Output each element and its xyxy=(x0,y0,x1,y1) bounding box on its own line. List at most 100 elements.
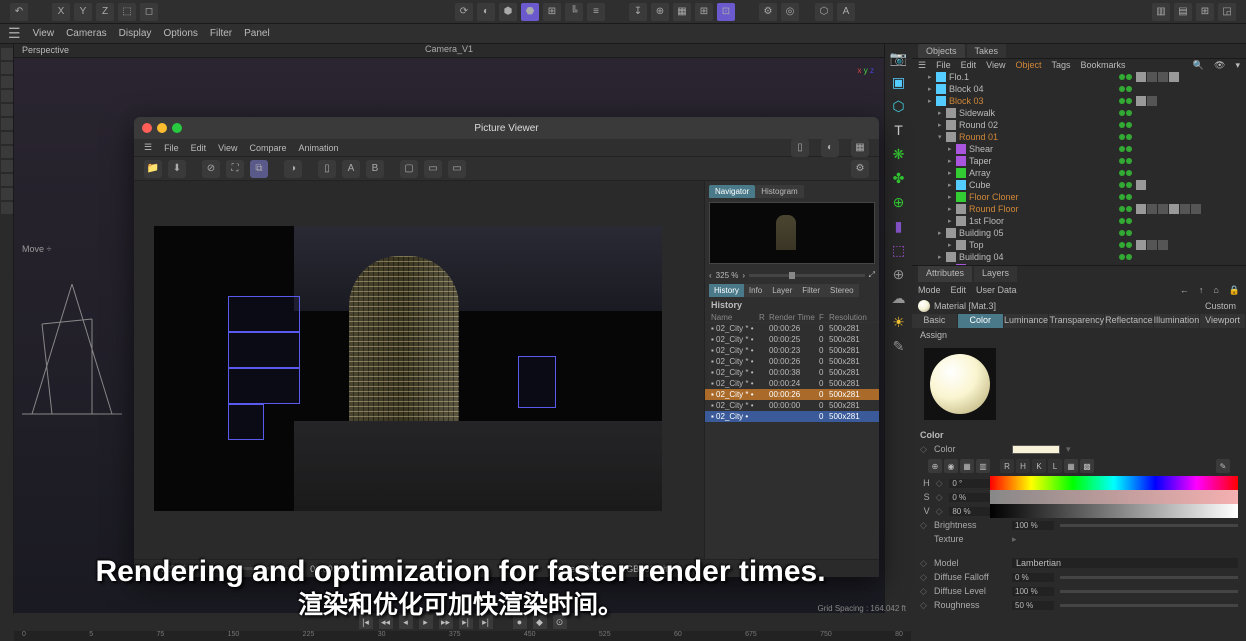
layout2-icon[interactable]: ▤ xyxy=(1174,3,1192,21)
zoom-next-icon[interactable]: › xyxy=(742,271,745,280)
tool3-icon[interactable]: ≡ xyxy=(587,3,605,21)
history-row[interactable]: ▪ 02_City * •00:00:250500x281 xyxy=(705,334,879,345)
pv-titlebar[interactable]: Picture Viewer xyxy=(134,117,879,139)
light-obj-icon[interactable]: ☀ xyxy=(889,312,909,332)
navigator-thumbnail[interactable] xyxy=(709,202,875,264)
model-value[interactable]: Lambertian xyxy=(1012,558,1238,568)
letter-icon[interactable]: A xyxy=(837,3,855,21)
snap4-icon[interactable]: ⊞ xyxy=(695,3,713,21)
object-tree[interactable]: ▸Flo.1▸Block 04▸Block 03▸Sidewalk▸Round … xyxy=(912,71,1246,265)
axis-y[interactable]: Y xyxy=(74,3,92,21)
deformer-obj-icon[interactable]: ▮ xyxy=(889,216,909,236)
pv-panel1-icon[interactable]: ▯ xyxy=(791,139,809,157)
menu-view[interactable]: View xyxy=(33,28,55,39)
cube-obj-icon[interactable]: ▣ xyxy=(889,72,909,92)
render-settings-icon[interactable]: ⬢ xyxy=(499,3,517,21)
tree-row[interactable]: ▸Array xyxy=(912,167,1246,179)
tab-info[interactable]: Info xyxy=(744,284,767,297)
tab-filter[interactable]: Filter xyxy=(797,284,825,297)
generator-obj-icon[interactable]: ❋ xyxy=(889,144,909,164)
custom-label[interactable]: Custom xyxy=(1205,301,1240,311)
sat-slider[interactable] xyxy=(990,490,1238,504)
pv-canvas[interactable] xyxy=(134,181,704,559)
obj-menu-file[interactable]: File xyxy=(936,60,951,70)
mode-6-icon[interactable]: ▩ xyxy=(1080,459,1094,473)
undo-icon[interactable]: ↶ xyxy=(10,3,28,21)
save-icon[interactable]: ⬇ xyxy=(168,160,186,178)
fullscreen-icon[interactable]: ⛶ xyxy=(226,160,244,178)
null-obj-icon[interactable]: ✎ xyxy=(889,336,909,356)
minimize-icon[interactable] xyxy=(157,123,167,133)
mode-h-icon[interactable]: H xyxy=(1016,459,1030,473)
snap1-icon[interactable]: ↧ xyxy=(629,3,647,21)
rail-6-icon[interactable] xyxy=(1,118,13,130)
timeline-ruler[interactable]: 0575150225303754505256067575080 xyxy=(14,631,911,641)
render-region-icon[interactable]: ◐ xyxy=(477,3,495,21)
pv-panel3-icon[interactable]: ▦ xyxy=(851,139,869,157)
histogram-icon[interactable]: ◑ xyxy=(284,160,302,178)
tree-row[interactable]: ▸Shear xyxy=(912,143,1246,155)
tab-takes[interactable]: Takes xyxy=(967,44,1007,58)
tab-attributes[interactable]: Attributes xyxy=(918,266,972,282)
rail-11-icon[interactable] xyxy=(1,188,13,200)
val-slider[interactable] xyxy=(990,504,1238,518)
hex-icon[interactable]: ⬡ xyxy=(815,3,833,21)
diffuse-falloff-slider[interactable] xyxy=(1060,576,1238,579)
rail-12-icon[interactable] xyxy=(1,202,13,214)
history-row[interactable]: ▪ 02_City * •00:00:260500x281 xyxy=(705,389,879,400)
tab-objects[interactable]: Objects xyxy=(918,44,965,58)
swatch-icon[interactable]: ▦ xyxy=(960,459,974,473)
chan-illumination[interactable]: Illumination xyxy=(1154,314,1201,328)
pv-menu-compare[interactable]: Compare xyxy=(249,143,286,153)
tree-row[interactable]: ▸Block 03 xyxy=(912,95,1246,107)
mograph-obj-icon[interactable]: ✤ xyxy=(889,168,909,188)
chan-viewport[interactable]: Viewport xyxy=(1200,314,1246,328)
tree-row[interactable]: ▸Block 04 xyxy=(912,83,1246,95)
coord-icon[interactable]: ⬚ xyxy=(118,3,136,21)
zoom-fit-icon[interactable]: ⤢ xyxy=(869,270,875,280)
history-row[interactable]: ▪ 02_City * •00:00:230500x281 xyxy=(705,345,879,356)
picker-icon[interactable]: ⊕ xyxy=(928,459,942,473)
assign-label[interactable]: Assign xyxy=(912,328,1246,342)
coord2-icon[interactable]: ◻ xyxy=(140,3,158,21)
hue-slider[interactable] xyxy=(990,476,1238,490)
layout1-icon[interactable]: ▥ xyxy=(1152,3,1170,21)
stop-icon[interactable]: ⊘ xyxy=(202,160,220,178)
diffuse-falloff-value[interactable]: 0 % xyxy=(1012,573,1054,582)
tree-row[interactable]: ▾Round 01 xyxy=(912,131,1246,143)
viewport[interactable]: Perspective Camera_V1 x y z Move ÷ Pictu… xyxy=(14,44,884,614)
attr-menu-userdata[interactable]: User Data xyxy=(976,285,1017,295)
obj-view-icon[interactable]: 👁 xyxy=(1214,60,1225,71)
obj-menu-tags[interactable]: Tags xyxy=(1051,60,1070,70)
zoom-slider[interactable] xyxy=(749,274,865,277)
camera-obj-icon[interactable]: 📷 xyxy=(889,48,909,68)
history-row[interactable]: ▪ 02_City * •00:00:260500x281 xyxy=(705,323,879,334)
obj-menu-edit[interactable]: Edit xyxy=(961,60,977,70)
pv-text-a-icon[interactable]: A xyxy=(342,160,360,178)
history-row[interactable]: ▪ 02_City * •00:00:240500x281 xyxy=(705,378,879,389)
rail-rotate-icon[interactable] xyxy=(1,62,13,74)
s-value[interactable]: 0 % xyxy=(949,493,990,502)
mode-l-icon[interactable]: L xyxy=(1048,459,1062,473)
tree-row[interactable]: ▸Round Floor xyxy=(912,203,1246,215)
search-icon[interactable]: 🔍 xyxy=(1193,60,1204,71)
chan-basic[interactable]: Basic xyxy=(912,314,958,328)
close-icon[interactable] xyxy=(142,123,152,133)
pv-menu-view[interactable]: View xyxy=(218,143,237,153)
menu-filter[interactable]: Filter xyxy=(210,28,232,39)
obj-hamburger-icon[interactable]: ☰ xyxy=(918,60,926,71)
swatch2-icon[interactable]: ▥ xyxy=(976,459,990,473)
zoom-prev-icon[interactable]: ‹ xyxy=(709,271,712,280)
history-row[interactable]: ▪ 02_City * •00:00:000500x281 xyxy=(705,400,879,411)
gear-icon[interactable]: ⚙ xyxy=(759,3,777,21)
pv-settings-icon[interactable]: ⚙ xyxy=(851,160,869,178)
tab-history[interactable]: History xyxy=(709,284,744,297)
mode-r-icon[interactable]: R xyxy=(1000,459,1014,473)
rail-7-icon[interactable] xyxy=(1,132,13,144)
material-preview[interactable] xyxy=(924,348,996,420)
color-swatch[interactable] xyxy=(1012,445,1060,454)
chan-color[interactable]: Color xyxy=(958,314,1004,328)
tab-navigator[interactable]: Navigator xyxy=(709,185,755,198)
snap2-icon[interactable]: ⊕ xyxy=(651,3,669,21)
maximize-icon[interactable] xyxy=(172,123,182,133)
